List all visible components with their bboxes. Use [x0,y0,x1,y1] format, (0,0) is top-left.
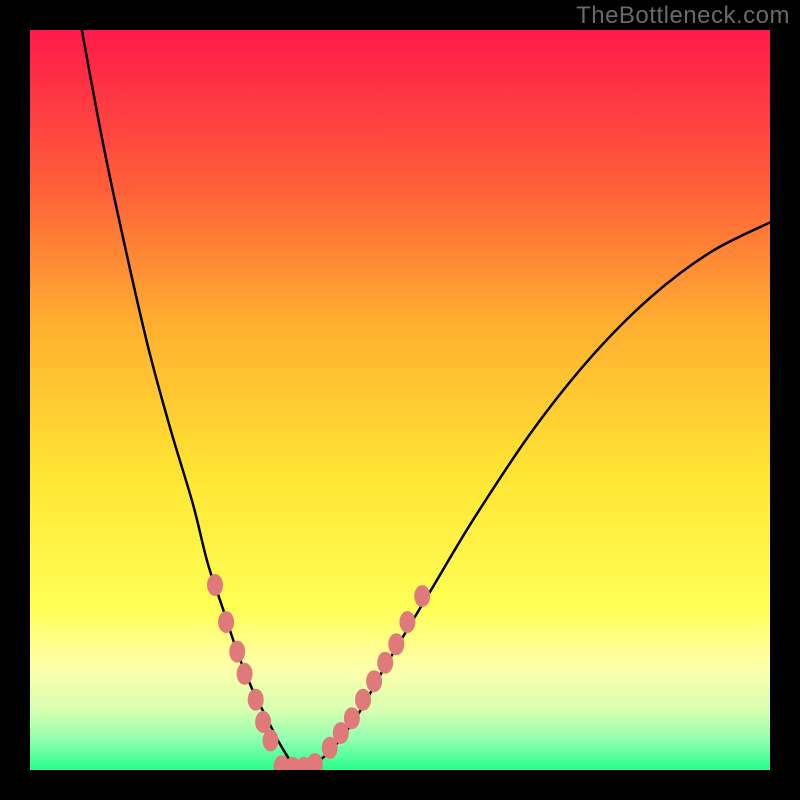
chart-frame: TheBottleneck.com [0,0,800,800]
dot [218,611,234,633]
dot [263,729,279,751]
dot [255,711,271,733]
dot [399,611,415,633]
dot [366,670,382,692]
dot [388,633,404,655]
dot [355,689,371,711]
dot [344,707,360,729]
plot-area [30,30,770,770]
dot [414,585,430,607]
plot-svg [30,30,770,770]
dot [237,663,253,685]
dot [377,652,393,674]
dot [229,641,245,663]
dot [248,689,264,711]
gradient-background [30,30,770,770]
watermark-text: TheBottleneck.com [576,2,790,30]
dot [207,574,223,596]
